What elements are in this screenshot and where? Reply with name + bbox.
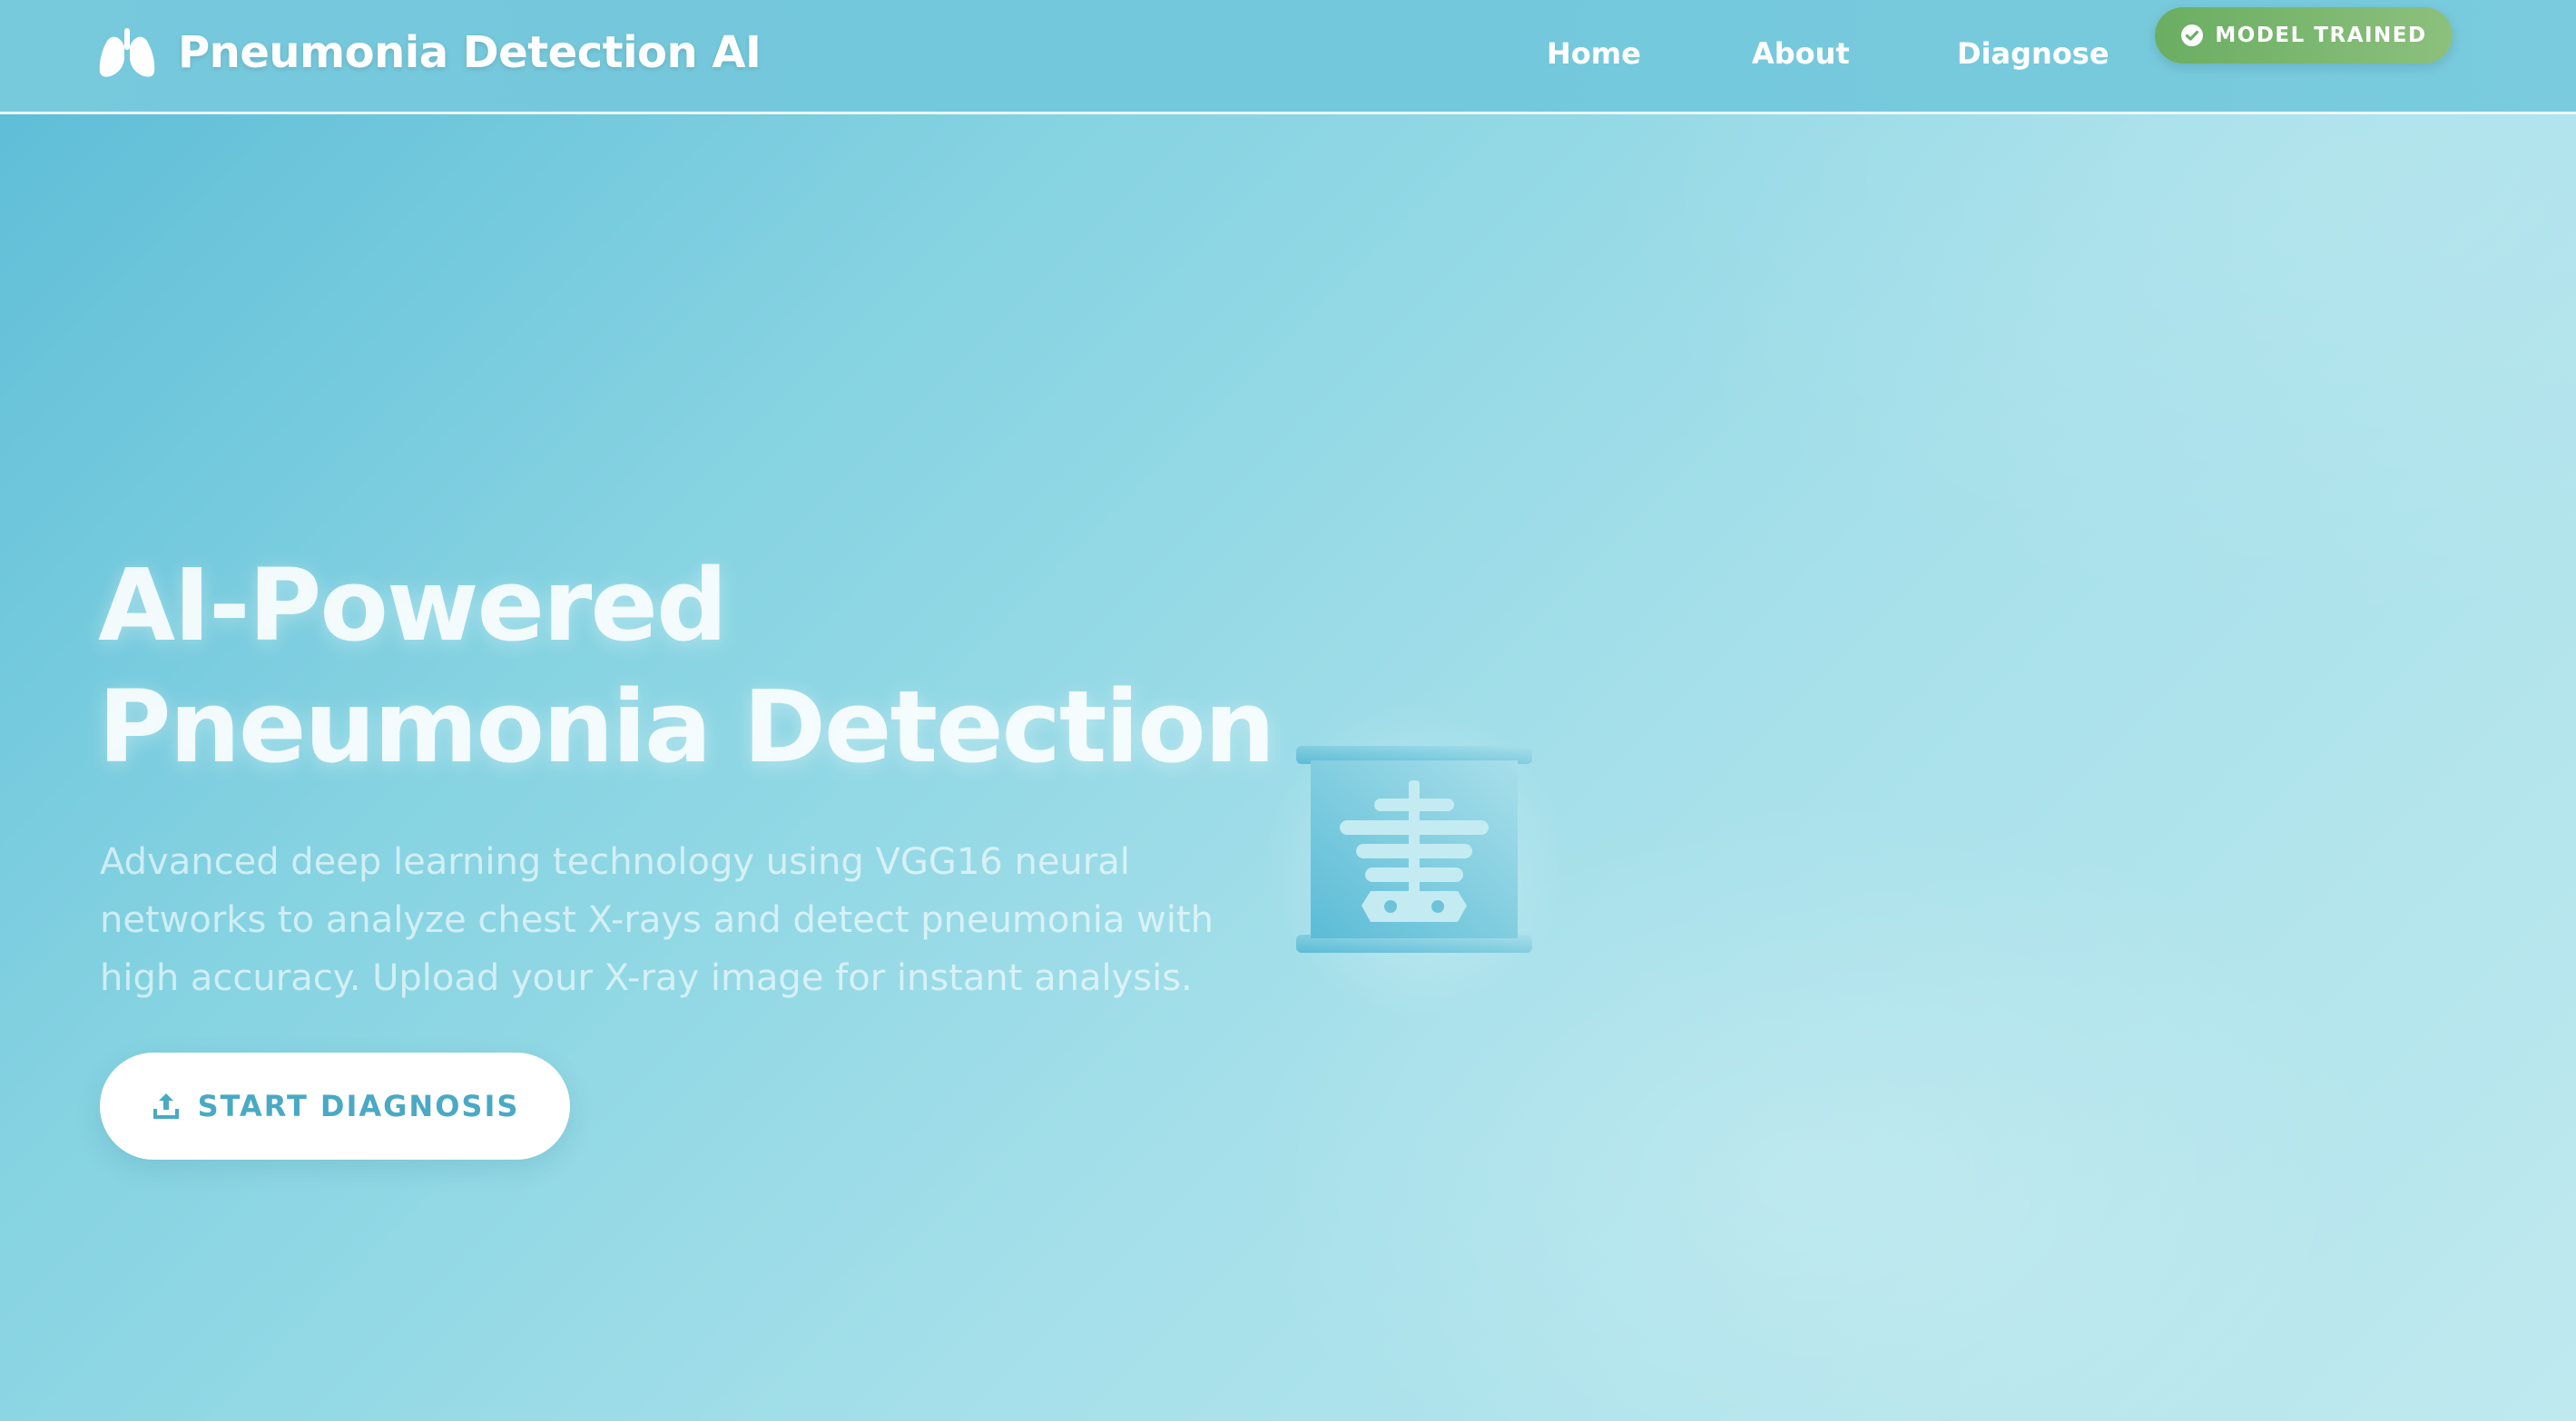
- nav-about-link[interactable]: About: [1752, 31, 1850, 76]
- navbar: Pneumonia Detection AI Home About Diagno…: [0, 0, 2576, 114]
- model-status-label: MODEL TRAINED: [2215, 24, 2427, 47]
- nav-home-link[interactable]: Home: [1547, 31, 1641, 76]
- brand[interactable]: Pneumonia Detection AI: [96, 24, 762, 82]
- hero-title-line-2: Pneumonia Detection: [98, 669, 1275, 785]
- brand-title: Pneumonia Detection AI: [178, 27, 762, 78]
- hero-title: AI-Powered Pneumonia Detection: [98, 544, 1275, 788]
- start-diagnosis-button[interactable]: START DIAGNOSIS: [100, 1053, 570, 1160]
- nav-diagnose-link[interactable]: Diagnose: [1957, 31, 2109, 76]
- lungs-icon: [99, 28, 155, 77]
- upload-icon: [152, 1093, 179, 1119]
- hero-title-line-1: AI-Powered: [98, 547, 728, 663]
- x-ray-icon: [1296, 746, 1532, 953]
- start-diagnosis-label: START DIAGNOSIS: [197, 1089, 520, 1123]
- model-status-badge: MODEL TRAINED: [2155, 7, 2453, 64]
- check-circle-icon: [2181, 24, 2204, 46]
- hero-description: Advanced deep learning technology using …: [100, 841, 1214, 999]
